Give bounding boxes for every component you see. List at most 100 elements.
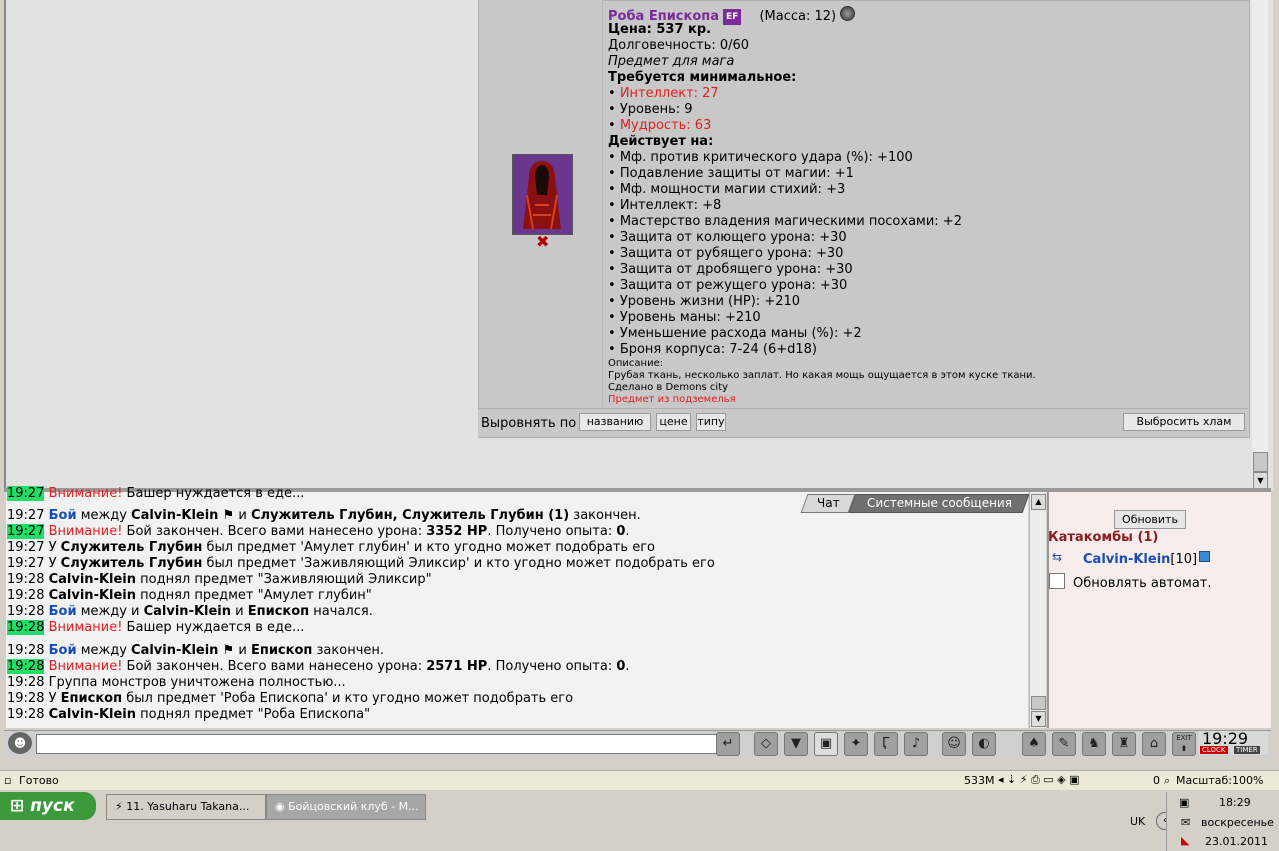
private-message-icon[interactable]: ⇆	[1052, 550, 1072, 564]
message-time[interactable]: 19:28	[7, 643, 44, 658]
requirement-item: • Интеллект: 27	[608, 86, 719, 102]
message-time[interactable]: 19:28	[7, 659, 45, 674]
message-time[interactable]: 19:28	[7, 620, 45, 635]
sound-icon[interactable]: ♪	[904, 732, 928, 756]
message-time[interactable]: 19:27	[7, 486, 45, 501]
chat-scroll-thumb[interactable]	[1031, 696, 1046, 710]
chat-name[interactable]: Епископ	[248, 604, 309, 619]
battle-link[interactable]: Бой	[49, 604, 77, 619]
mail-icon[interactable]: ✉	[1181, 816, 1190, 829]
chat-name[interactable]: Calvin-Klein	[131, 643, 218, 658]
main-scrollbar[interactable]: ▼	[1252, 0, 1268, 490]
inventory-icon[interactable]: ♜	[1112, 732, 1136, 756]
antivirus-icon[interactable]: ◣	[1181, 834, 1189, 847]
walk-icon[interactable]: ✦	[844, 732, 868, 756]
chat-text: между	[76, 643, 132, 658]
player-entry: Calvin-Klein[10]	[1083, 551, 1211, 567]
taskbar-item-winamp[interactable]: ⚡ 11. Yasuharu Takana...	[106, 794, 266, 820]
filter-icon[interactable]: ▼	[784, 732, 808, 756]
item-price: Цена: 537 кр.	[608, 22, 712, 37]
chat-message: 19:28 Calvin-Klein поднял предмет "Зажив…	[7, 572, 432, 588]
chat-text: поднял предмет "Амулет глубин"	[136, 588, 372, 603]
chat-name[interactable]: Служитель Глубин	[61, 556, 203, 571]
message-time[interactable]: 19:27	[7, 508, 44, 523]
potion-icon[interactable]: ♠	[1022, 732, 1046, 756]
chat-name[interactable]: Служитель Глубин, Служитель Глубин (1)	[251, 508, 569, 523]
drop-item-icon[interactable]: ✖	[536, 233, 549, 251]
message-time[interactable]: 19:27	[7, 540, 44, 555]
zoom-icon[interactable]: ⌕	[1164, 774, 1170, 788]
chat-name[interactable]: Calvin-Klein	[49, 572, 136, 587]
tab-system-messages[interactable]: Системные сообщения	[848, 494, 1030, 513]
chat-text: Внимание!	[48, 486, 123, 501]
chat-name[interactable]: Епископ	[251, 643, 312, 658]
sort-label: Выровнять по	[481, 416, 577, 431]
chat-message: 19:27 Внимание! Башер нуждается в еде...	[7, 486, 304, 502]
chat-scroll-down-icon[interactable]: ▼	[1031, 711, 1046, 727]
chat-name[interactable]: Епископ	[61, 691, 122, 706]
chat-name[interactable]: Calvin-Klein	[144, 604, 231, 619]
effect-item: • Мф. мощности магии стихий: +3	[608, 182, 845, 198]
send-icon[interactable]: ↵	[716, 732, 740, 756]
robe-item-image[interactable]	[512, 154, 573, 235]
battle-link[interactable]: Бой	[49, 643, 77, 658]
chat-text: поднял предмет "Заживляющий Эликсир"	[136, 572, 432, 587]
tray-time[interactable]: 18:29	[1219, 796, 1251, 809]
task-label: 11. Yasuharu Takana...	[126, 800, 250, 813]
chat-name[interactable]: Calvin-Klein	[49, 707, 136, 722]
effect-item: • Уменьшение расхода маны (%): +2	[608, 326, 862, 342]
chat-text: закончен.	[569, 508, 641, 523]
message-time[interactable]: 19:28	[7, 604, 44, 619]
message-time[interactable]: 19:27	[7, 556, 44, 571]
language-indicator[interactable]: UK	[1130, 815, 1145, 828]
character-icon[interactable]: ♞	[1082, 732, 1106, 756]
task-label: Бойцовский клуб - М...	[288, 800, 419, 813]
effect-text: Интеллект: +8	[619, 198, 722, 213]
discard-junk-button[interactable]: Выбросить хлам	[1123, 413, 1245, 431]
player-name[interactable]: Calvin-Klein	[1083, 552, 1170, 567]
message-time[interactable]: 19:28	[7, 675, 44, 690]
house-icon[interactable]: ⌂	[1142, 732, 1166, 756]
tab-chat[interactable]: Чат	[800, 494, 856, 513]
chat-name[interactable]: Calvin-Klein	[49, 588, 136, 603]
sort-by-price-button[interactable]: цене	[656, 413, 691, 431]
info-icon[interactable]	[840, 6, 856, 21]
translit-icon[interactable]: Ӷ	[874, 732, 898, 756]
network-icon[interactable]: ▣	[1179, 796, 1189, 809]
chat-name[interactable]: 3352 HP	[426, 524, 487, 539]
sort-by-name-button[interactable]: названию	[579, 413, 651, 431]
start-button[interactable]: ⊞ пуск	[0, 792, 96, 820]
message-time[interactable]: 19:28	[7, 572, 44, 587]
auto-refresh-checkbox[interactable]	[1049, 573, 1065, 589]
battle-link[interactable]: Бой	[49, 508, 77, 523]
scroll-icon[interactable]: ✎	[1052, 732, 1076, 756]
emoticon-icon[interactable]: ☺	[942, 732, 966, 756]
eraser-icon[interactable]: ◇	[754, 732, 778, 756]
scroll-thumb[interactable]	[1253, 452, 1268, 472]
zoom-level[interactable]: Масштаб:100%	[1176, 774, 1263, 787]
bullet: •	[608, 150, 620, 165]
chat-name[interactable]: Calvin-Klein	[131, 508, 218, 523]
helmet-icon[interactable]: ◐	[972, 732, 996, 756]
message-time[interactable]: 19:28	[7, 707, 44, 722]
player-info-icon[interactable]	[1199, 551, 1211, 562]
scroll-down-arrow-icon[interactable]: ▼	[1253, 472, 1268, 489]
sort-by-type-button[interactable]: типу	[696, 413, 726, 431]
chat-name[interactable]: 2571 HP	[426, 659, 487, 674]
message-time[interactable]: 19:28	[7, 691, 44, 706]
bullet: •	[608, 342, 620, 357]
exit-icon[interactable]: EXIT ▮	[1172, 732, 1196, 756]
chat-message-input[interactable]	[36, 734, 718, 754]
chat-mode-icon[interactable]: ▣	[814, 732, 838, 756]
refresh-button[interactable]: Обновить	[1114, 510, 1186, 529]
message-time[interactable]: 19:28	[7, 588, 44, 603]
bullet: •	[608, 230, 620, 245]
smiley-head-icon[interactable]: ☻	[8, 732, 32, 754]
message-time[interactable]: 19:27	[7, 524, 45, 539]
chat-name[interactable]: Служитель Глубин	[61, 540, 203, 555]
chat-scrollbar[interactable]: ▲ ▼	[1029, 492, 1046, 728]
chat-text: У	[48, 691, 61, 706]
taskbar-item-browser[interactable]: ◉ Бойцовский клуб - М...	[266, 794, 426, 820]
chat-text: У	[48, 540, 61, 555]
chat-scroll-up-icon[interactable]: ▲	[1031, 494, 1046, 510]
